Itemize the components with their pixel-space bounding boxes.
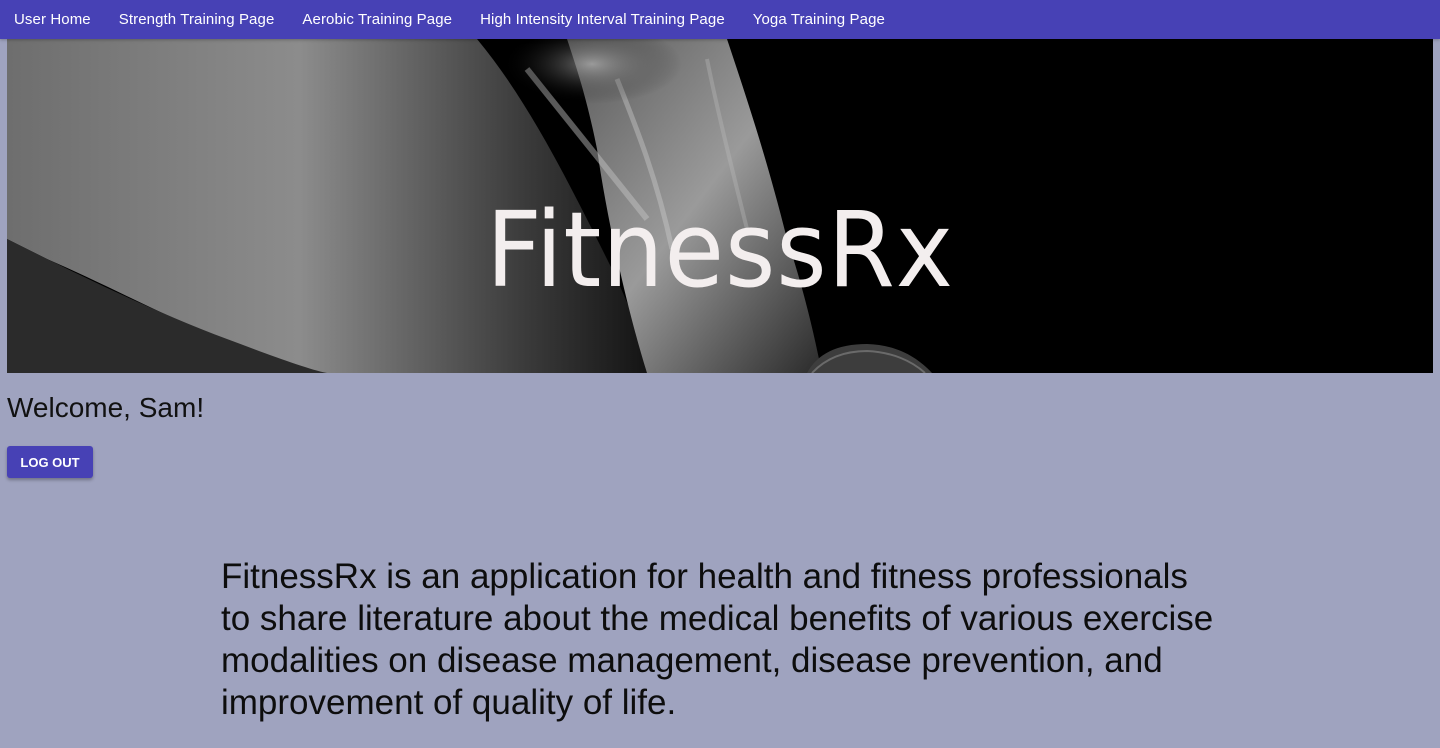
logout-button[interactable]: LOG OUT [7,446,93,478]
hero-banner: FitnessRx [7,39,1433,373]
intro-paragraph: FitnessRx is an application for health a… [221,557,1214,722]
nav-link-strength-training[interactable]: Strength Training Page [119,11,275,28]
nav-link-hiit-training[interactable]: High Intensity Interval Training Page [480,11,725,28]
nav-link-aerobic-training[interactable]: Aerobic Training Page [302,11,452,28]
top-navbar: User Home Strength Training Page Aerobic… [0,0,1440,39]
hero-title: FitnessRx [486,189,954,311]
nav-link-user-home[interactable]: User Home [14,11,91,28]
welcome-message: Welcome, Sam! [7,392,205,423]
nav-link-yoga-training[interactable]: Yoga Training Page [753,11,885,28]
